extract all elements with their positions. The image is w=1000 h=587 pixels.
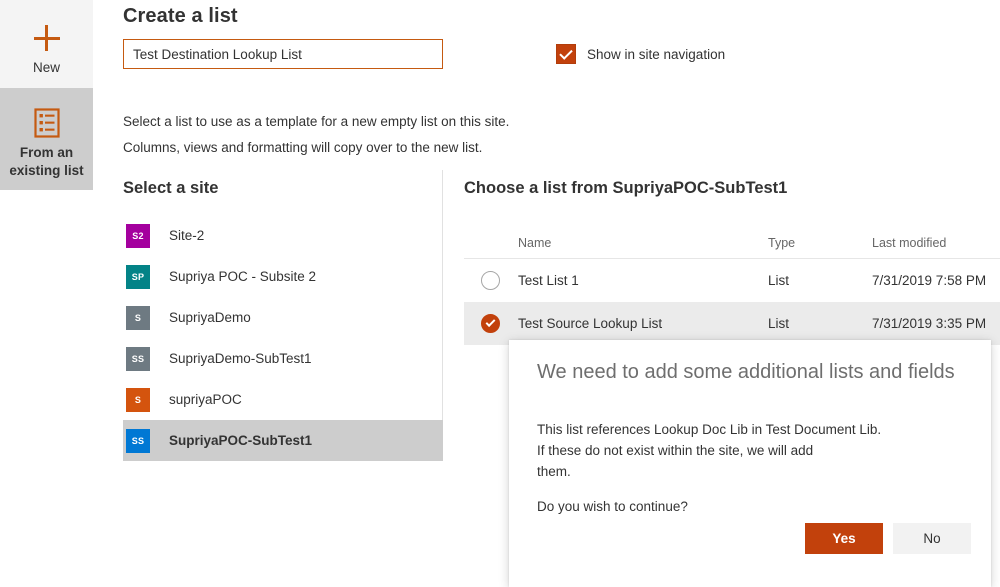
site-name: SupriyaDemo [169, 310, 251, 325]
cell-type: List [768, 273, 790, 288]
site-name: supriyaPOC [169, 392, 242, 407]
lists-table: Name Type Last modified Test List 1 List… [464, 228, 1000, 345]
site-name: Supriya POC - Subsite 2 [169, 269, 317, 284]
site-avatar: SP [126, 264, 150, 289]
site-list-item-selected[interactable]: SS SupriyaPOC-SubTest1 [123, 420, 443, 461]
create-list-page: New From an existing list Create a list … [0, 0, 1000, 587]
list-name-input[interactable] [123, 39, 443, 69]
cell-last-modified: 7/31/2019 3:35 PM [872, 316, 987, 331]
site-name: Site-2 [169, 228, 205, 243]
site-list-item[interactable]: S2 Site-2 [123, 215, 443, 256]
site-name: SupriyaDemo-SubTest1 [169, 351, 312, 366]
dialog-title: We need to add some additional lists and… [537, 361, 955, 383]
site-list: S2 Site-2 SP Supriya POC - Subsite 2 S S… [123, 215, 443, 461]
column-header-type[interactable]: Type [768, 236, 872, 250]
site-avatar: S [126, 387, 150, 412]
confirmation-dialog: We need to add some additional lists and… [509, 340, 991, 587]
rail-item-from-existing-list[interactable]: From an existing list [0, 88, 93, 190]
select-a-site-heading: Select a site [123, 179, 219, 197]
description-line-1: Select a list to use as a template for a… [123, 114, 510, 129]
site-name: SupriyaPOC-SubTest1 [169, 433, 313, 448]
dialog-yes-button[interactable]: Yes [805, 523, 883, 554]
row-radio-selected-icon[interactable] [480, 314, 500, 333]
show-in-site-navigation-label: Show in site navigation [587, 46, 726, 62]
dialog-body-line-2: If these do not exist within the site, w… [537, 443, 814, 458]
show-in-site-navigation-checkbox[interactable]: Show in site navigation [556, 44, 725, 64]
row-radio-unselected[interactable] [480, 271, 500, 290]
table-row-selected[interactable]: Test Source Lookup List List 7/31/2019 3… [464, 302, 1000, 345]
choose-a-list-heading: Choose a list from SupriyaPOC-SubTest1 [464, 179, 788, 197]
site-list-item[interactable]: SS SupriyaDemo-SubTest1 [123, 338, 443, 379]
dialog-actions: Yes No [509, 523, 991, 554]
cell-last-modified: 7/31/2019 7:58 PM [872, 273, 987, 288]
site-list-item[interactable]: S supriyaPOC [123, 379, 443, 420]
checkbox-checked-icon [556, 44, 576, 64]
dialog-body-line-1: This list references Lookup Doc Lib in T… [537, 422, 882, 437]
list-template-icon [33, 102, 61, 144]
dialog-body: This list references Lookup Doc Lib in T… [537, 419, 957, 517]
table-row[interactable]: Test List 1 List 7/31/2019 7:58 PM [464, 259, 1000, 302]
site-avatar: S [126, 305, 150, 330]
dialog-body-spacer [537, 482, 957, 496]
description-line-2: Columns, views and formatting will copy … [123, 140, 483, 155]
left-rail: New From an existing list [0, 0, 93, 587]
dialog-body-line-3: them. [537, 464, 571, 479]
cell-type: List [768, 316, 790, 331]
site-avatar: SS [126, 428, 150, 453]
dialog-no-button[interactable]: No [893, 523, 971, 554]
dialog-body-line-4: Do you wish to continue? [537, 499, 688, 514]
rail-item-new[interactable]: New [0, 0, 93, 88]
rail-label-line-1: From an [19, 145, 74, 160]
rail-item-new-label: New [32, 60, 60, 75]
cell-name: Test Source Lookup List [518, 316, 663, 331]
site-list-item[interactable]: S SupriyaDemo [123, 297, 443, 338]
rail-item-from-existing-list-label: From an existing list [9, 144, 83, 180]
rail-label-line-2: existing list [9, 163, 84, 178]
site-avatar: S2 [126, 223, 150, 248]
site-avatar: SS [126, 346, 150, 371]
page-title: Create a list [123, 5, 238, 27]
site-list-item[interactable]: SP Supriya POC - Subsite 2 [123, 256, 443, 297]
cell-name: Test List 1 [518, 273, 579, 288]
column-header-name[interactable]: Name [516, 236, 768, 250]
table-header-row: Name Type Last modified [464, 228, 1000, 259]
plus-icon [33, 17, 60, 59]
column-header-last-modified[interactable]: Last modified [872, 236, 1000, 250]
